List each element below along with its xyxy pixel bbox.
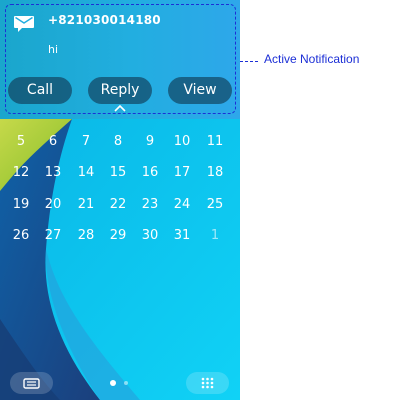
calendar-day[interactable]: 24 xyxy=(167,194,197,216)
calendar-day[interactable]: 8 xyxy=(103,131,133,153)
view-button[interactable]: View xyxy=(168,77,232,104)
page-indicator-active xyxy=(110,380,116,386)
calendar-day[interactable]: 17 xyxy=(167,162,197,184)
calendar-day[interactable]: 25 xyxy=(200,194,230,216)
calendar-day[interactable]: 16 xyxy=(135,162,165,184)
calendar-day[interactable]: 27 xyxy=(38,225,68,247)
calendar-week-1: 5 6 7 8 9 10 11 xyxy=(4,129,234,153)
calendar-day[interactable]: 30 xyxy=(135,225,165,247)
notification-sender: +821030014180 xyxy=(48,13,161,27)
calendar-day[interactable]: 14 xyxy=(71,162,101,184)
annotation-label: Active Notification xyxy=(264,52,360,66)
calendar-day[interactable]: 6 xyxy=(38,131,68,153)
page-indicator-inactive xyxy=(124,381,128,385)
calendar-day[interactable]: 19 xyxy=(6,194,36,216)
widget-list-icon xyxy=(23,378,40,389)
calendar-day[interactable]: 12 xyxy=(6,162,36,184)
call-button[interactable]: Call xyxy=(8,77,72,104)
reply-button[interactable]: Reply xyxy=(88,77,152,104)
calendar-day[interactable]: 11 xyxy=(200,131,230,153)
calendar-day[interactable]: 21 xyxy=(71,194,101,216)
calendar-day[interactable]: 5 xyxy=(6,131,36,153)
calendar-week-2: 12 13 14 15 16 17 18 xyxy=(4,162,234,184)
widget-list-button[interactable] xyxy=(10,372,53,394)
app-grid-icon xyxy=(201,377,214,389)
calendar-week-3: 19 20 21 22 23 24 25 xyxy=(4,194,234,216)
envelope-icon xyxy=(14,16,34,32)
calendar-day[interactable]: 31 xyxy=(167,225,197,247)
calendar-day[interactable]: 29 xyxy=(103,225,133,247)
calendar-day[interactable]: 23 xyxy=(135,194,165,216)
calendar-day[interactable]: 26 xyxy=(6,225,36,247)
calendar-day[interactable]: 20 xyxy=(38,194,68,216)
calendar-week-4: 26 27 28 29 30 31 1 xyxy=(4,225,234,247)
calendar-day-highlighted[interactable]: 7 xyxy=(71,129,101,153)
annotation-connector xyxy=(240,61,258,62)
calendar-day[interactable]: 28 xyxy=(71,225,101,247)
calendar-day[interactable]: 22 xyxy=(103,194,133,216)
calendar-day[interactable]: 15 xyxy=(103,162,133,184)
notification-message: hi xyxy=(48,43,59,56)
calendar-day[interactable]: 18 xyxy=(200,162,230,184)
phone-screen: 5 6 7 8 9 10 11 12 13 14 15 16 17 18 19 … xyxy=(0,0,240,400)
chevron-up-icon[interactable] xyxy=(113,104,127,112)
active-notification[interactable]: +821030014180 hi Call Reply View xyxy=(0,0,240,119)
calendar-day-next-month[interactable]: 1 xyxy=(200,225,230,247)
calendar-day-selected[interactable]: 9 xyxy=(135,129,165,153)
calendar-day[interactable]: 10 xyxy=(167,131,197,153)
calendar-day[interactable]: 13 xyxy=(38,162,68,184)
app-grid-button[interactable] xyxy=(186,372,229,394)
